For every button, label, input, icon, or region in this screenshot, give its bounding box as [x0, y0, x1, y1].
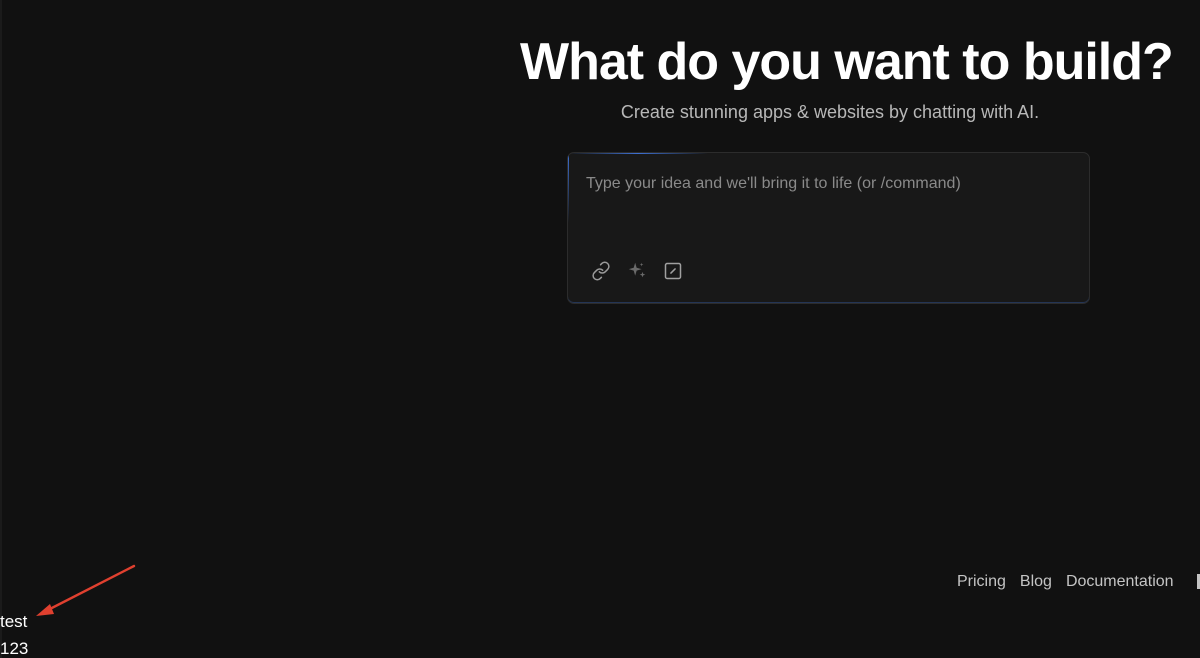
page-title: What do you want to build?	[520, 33, 1174, 91]
annotation-arrow-icon	[36, 564, 136, 616]
prompt-input[interactable]	[586, 173, 1066, 233]
prompt-box	[567, 152, 1090, 304]
edit-square-icon	[663, 261, 683, 281]
left-edge-divider	[0, 0, 2, 658]
debug-text-line-2: 123	[0, 639, 29, 658]
footer-link-documentation[interactable]: Documentation	[1066, 572, 1174, 592]
attach-link-button[interactable]	[590, 260, 612, 282]
footer-link-pricing[interactable]: Pricing	[957, 572, 1006, 592]
page: What do you want to build? Create stunni…	[0, 0, 1200, 658]
edit-button[interactable]	[662, 260, 684, 282]
link-icon	[591, 261, 611, 281]
footer-nav: Pricing Blog Documentation	[957, 572, 1174, 592]
debug-text-line-1: test	[0, 612, 28, 631]
enhance-prompt-button[interactable]	[626, 260, 648, 282]
prompt-toolbar	[590, 260, 684, 282]
footer-link-blog[interactable]: Blog	[1020, 572, 1052, 592]
sparkle-icon	[626, 260, 648, 282]
page-subtitle: Create stunning apps & websites by chatt…	[620, 102, 1040, 122]
